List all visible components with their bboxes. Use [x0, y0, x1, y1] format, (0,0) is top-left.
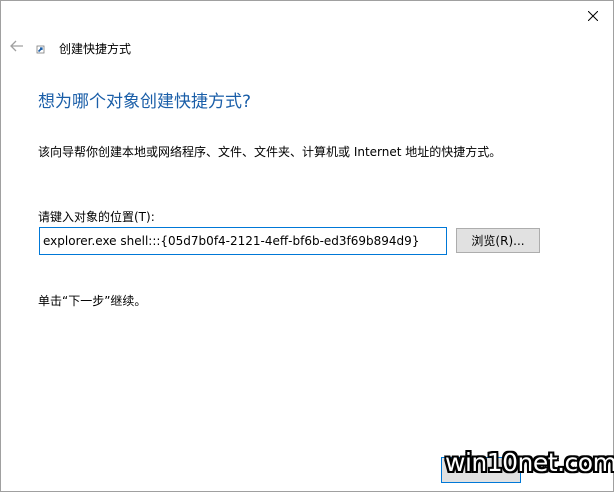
back-button[interactable] — [7, 38, 27, 54]
location-label: 请键入对象的位置(T): — [38, 210, 155, 224]
page-heading: 想为哪个对象创建快捷方式? — [38, 92, 252, 112]
next-hint: 单击“下一步”继续。 — [38, 294, 147, 308]
window-title: 创建快捷方式 — [59, 42, 132, 56]
shortcut-wizard-icon — [36, 45, 45, 54]
wizard-description: 该向导帮你创建本地或网络程序、文件、文件夹、计算机或 Internet 地址的快… — [38, 145, 502, 159]
browse-button[interactable]: 浏览(R)... — [456, 228, 540, 253]
close-button[interactable] — [579, 5, 607, 27]
back-arrow-icon — [10, 40, 23, 52]
location-input[interactable] — [39, 227, 447, 255]
create-shortcut-window: 创建快捷方式 想为哪个对象创建快捷方式? 该向导帮你创建本地或网络程序、文件、文… — [0, 0, 614, 492]
watermark: win10net.com — [445, 448, 614, 477]
close-icon — [588, 11, 598, 21]
